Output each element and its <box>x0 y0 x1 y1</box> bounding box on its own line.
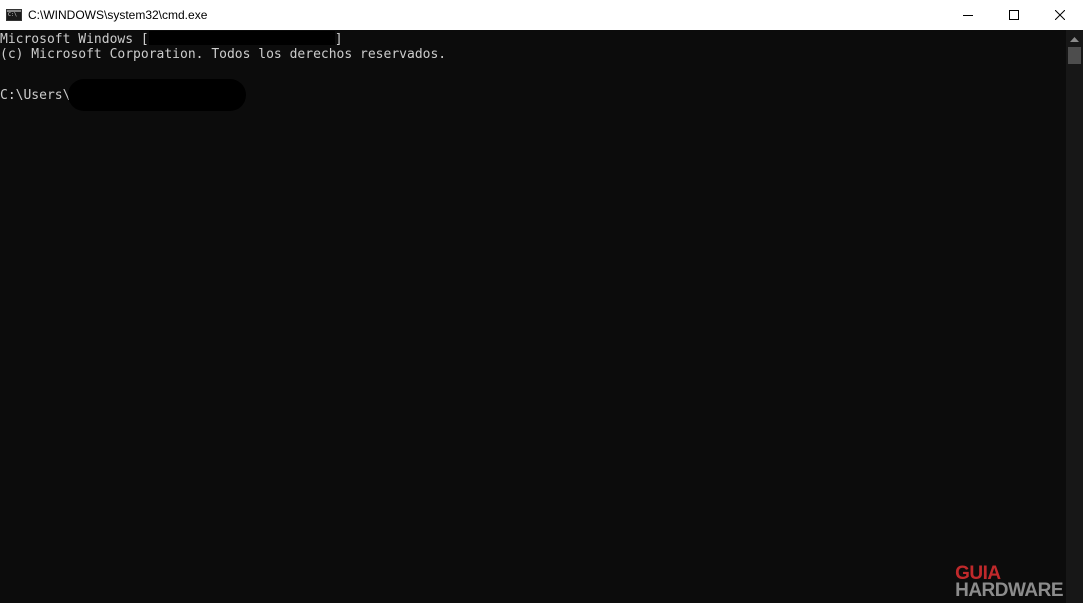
maximize-button[interactable] <box>991 0 1037 30</box>
title-bar[interactable]: C:\WINDOWS\system32\cmd.exe <box>0 0 1083 30</box>
chevron-up-icon <box>1070 36 1079 42</box>
console-line-copyright: (c) Microsoft Corporation. Todos los der… <box>0 47 447 62</box>
console-line-prompt: C:\Users\ <box>0 79 1066 111</box>
scroll-thumb[interactable] <box>1068 47 1081 64</box>
minimize-button[interactable] <box>945 0 991 30</box>
prompt-path: C:\Users\ <box>0 88 71 103</box>
close-icon <box>1055 10 1065 20</box>
console-output[interactable]: Microsoft Windows [] (c) Microsoft Corpor… <box>0 30 1066 603</box>
watermark-bottom: HARDWARE <box>955 580 1063 601</box>
console-line-version: Microsoft Windows [] <box>0 31 1066 47</box>
maximize-icon <box>1009 10 1019 20</box>
window-title: C:\WINDOWS\system32\cmd.exe <box>28 8 208 22</box>
redacted-username <box>68 79 247 111</box>
watermark-logo: GUIA HARDWARE <box>955 564 1063 601</box>
cmd-icon[interactable] <box>6 9 22 21</box>
cmd-window: C:\WINDOWS\system32\cmd.exe Microsoft Wi… <box>0 0 1083 603</box>
scroll-up-button[interactable] <box>1066 30 1083 47</box>
redacted-version <box>148 31 335 45</box>
version-prefix: Microsoft Windows [ <box>0 32 149 47</box>
window-controls <box>945 0 1083 30</box>
minimize-icon <box>963 15 973 16</box>
close-button[interactable] <box>1037 0 1083 30</box>
vertical-scrollbar[interactable] <box>1066 30 1083 603</box>
version-suffix: ] <box>334 32 343 47</box>
